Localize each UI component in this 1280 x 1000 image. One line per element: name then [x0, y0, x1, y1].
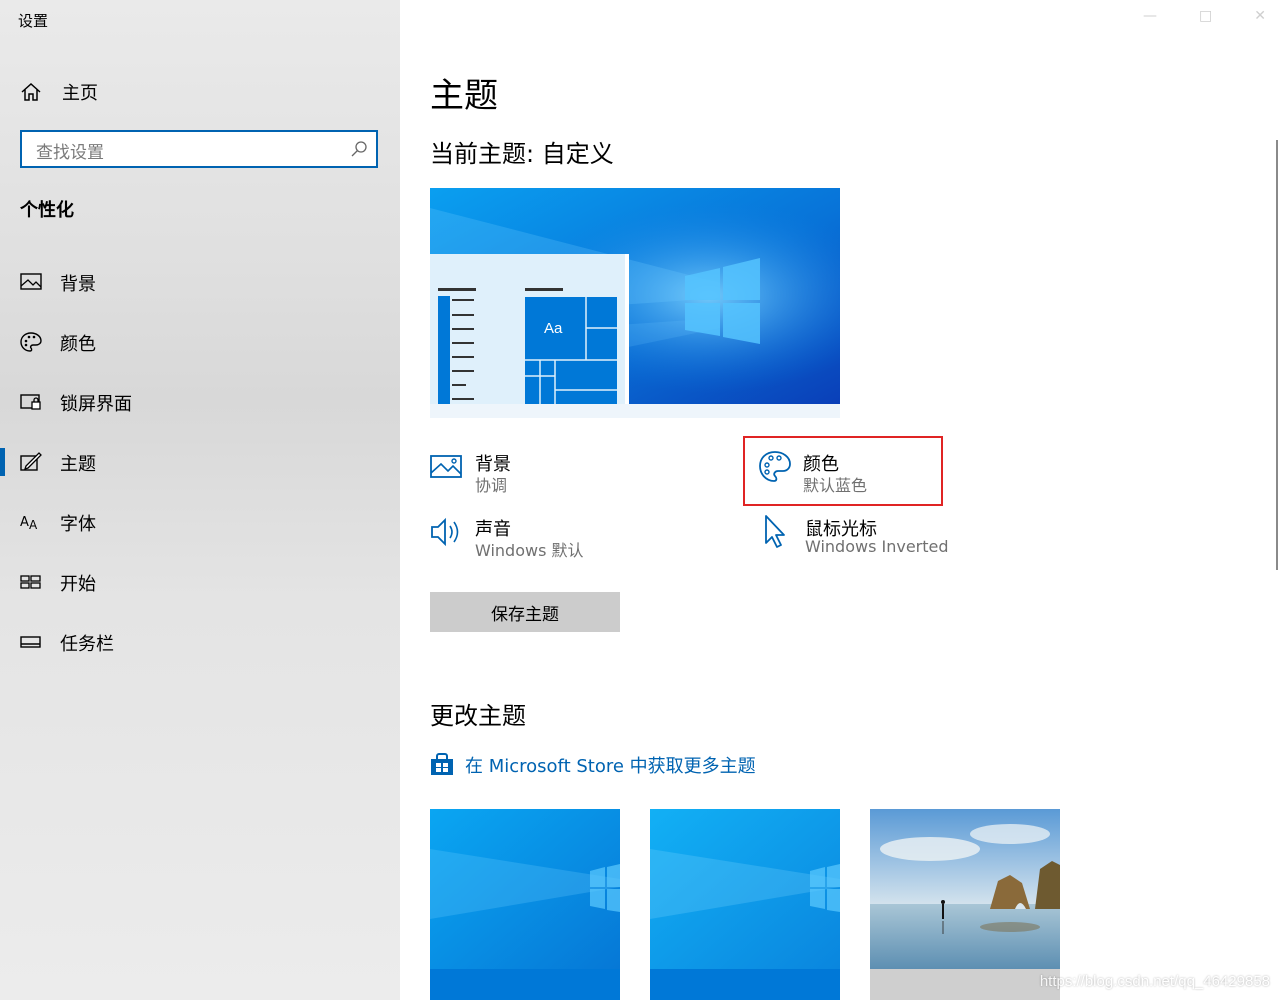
svg-text:A: A: [20, 515, 29, 530]
preview-sample-text: Aa: [544, 320, 563, 337]
home-nav-item[interactable]: 主页: [20, 78, 98, 106]
watermark: https://blog.csdn.net/qq_46429858: [1039, 973, 1270, 990]
window-controls: — □ ✕: [1143, 8, 1266, 24]
sidebar-item-themes[interactable]: 主题: [0, 442, 400, 482]
store-icon: [431, 753, 453, 775]
start-icon: [20, 575, 41, 589]
highlight-box: [743, 436, 943, 506]
save-theme-button[interactable]: 保存主题: [430, 592, 620, 632]
sidebar-item-taskbar[interactable]: 任务栏: [0, 622, 400, 662]
sidebar-item-start[interactable]: 开始: [0, 562, 400, 602]
lock-screen-icon: [20, 394, 41, 410]
theme-thumbnail-windows-light[interactable]: [650, 809, 840, 1000]
theme-preview-image: [430, 188, 840, 418]
image-icon: [20, 273, 42, 290]
store-link-text: 在 Microsoft Store 中获取更多主题: [465, 756, 756, 777]
sidebar-item-label: 锁屏界面: [60, 394, 132, 415]
speaker-icon: [431, 517, 459, 547]
sidebar-item-label: 任务栏: [60, 634, 114, 655]
theme-preview: Aa: [430, 188, 840, 418]
maximize-icon[interactable]: □: [1199, 8, 1212, 24]
section-title: 个性化: [20, 200, 74, 221]
sidebar-item-fonts[interactable]: A A 字体: [0, 502, 400, 542]
home-icon: [21, 82, 41, 101]
sound-value: Windows 默认: [475, 541, 584, 560]
scrollbar[interactable]: [1276, 140, 1278, 570]
minimize-icon[interactable]: —: [1143, 8, 1157, 24]
sidebar-item-label: 主题: [60, 454, 96, 475]
cursor-value: Windows Inverted: [805, 537, 949, 556]
theme-thumbnail-image: [650, 809, 840, 1000]
theme-thumbnail-image: [430, 809, 620, 1000]
sidebar-item-background[interactable]: 背景: [0, 262, 400, 302]
image-icon: [430, 455, 462, 478]
search-icon[interactable]: [350, 140, 368, 158]
page-title: 主题: [430, 76, 498, 116]
svg-text:A: A: [29, 518, 38, 532]
theme-thumbnail-flowers-beach[interactable]: [870, 809, 1060, 1000]
close-icon[interactable]: ✕: [1254, 8, 1266, 24]
sidebar-item-label: 背景: [60, 274, 96, 295]
home-label: 主页: [62, 83, 98, 104]
sidebar-item-label: 字体: [60, 514, 96, 535]
sidebar-item-colors[interactable]: 颜色: [0, 322, 400, 362]
taskbar-icon: [20, 636, 41, 648]
font-icon: A A: [20, 515, 38, 532]
theme-thumbnail-windows[interactable]: [430, 809, 620, 1000]
sidebar-item-label: 开始: [60, 574, 96, 595]
sidebar-item-label: 颜色: [60, 334, 96, 355]
search-placeholder: 查找设置: [36, 143, 104, 163]
background-value: 协调: [475, 476, 508, 495]
search-input[interactable]: 查找设置: [20, 130, 378, 168]
sidebar-item-lock-screen[interactable]: 锁屏界面: [0, 382, 400, 422]
sidebar: 设置 主页 查找设置 个性化 背景 颜色 锁屏界面 主题 A A 字体 开始 任…: [0, 0, 400, 1000]
app-title: 设置: [18, 12, 49, 30]
theme-thumbnail-image: [870, 809, 1060, 1000]
current-theme-heading: 当前主题: 自定义: [430, 140, 614, 168]
theme-icon: [20, 452, 42, 471]
palette-icon: [20, 332, 42, 352]
change-theme-heading: 更改主题: [430, 702, 526, 730]
active-indicator: [0, 448, 5, 476]
cursor-icon: [765, 515, 785, 548]
main-content: — □ ✕ 主题 当前主题: 自定义 Aa 背景 协调 颜色 默认蓝色 声音 W…: [400, 0, 1280, 1000]
